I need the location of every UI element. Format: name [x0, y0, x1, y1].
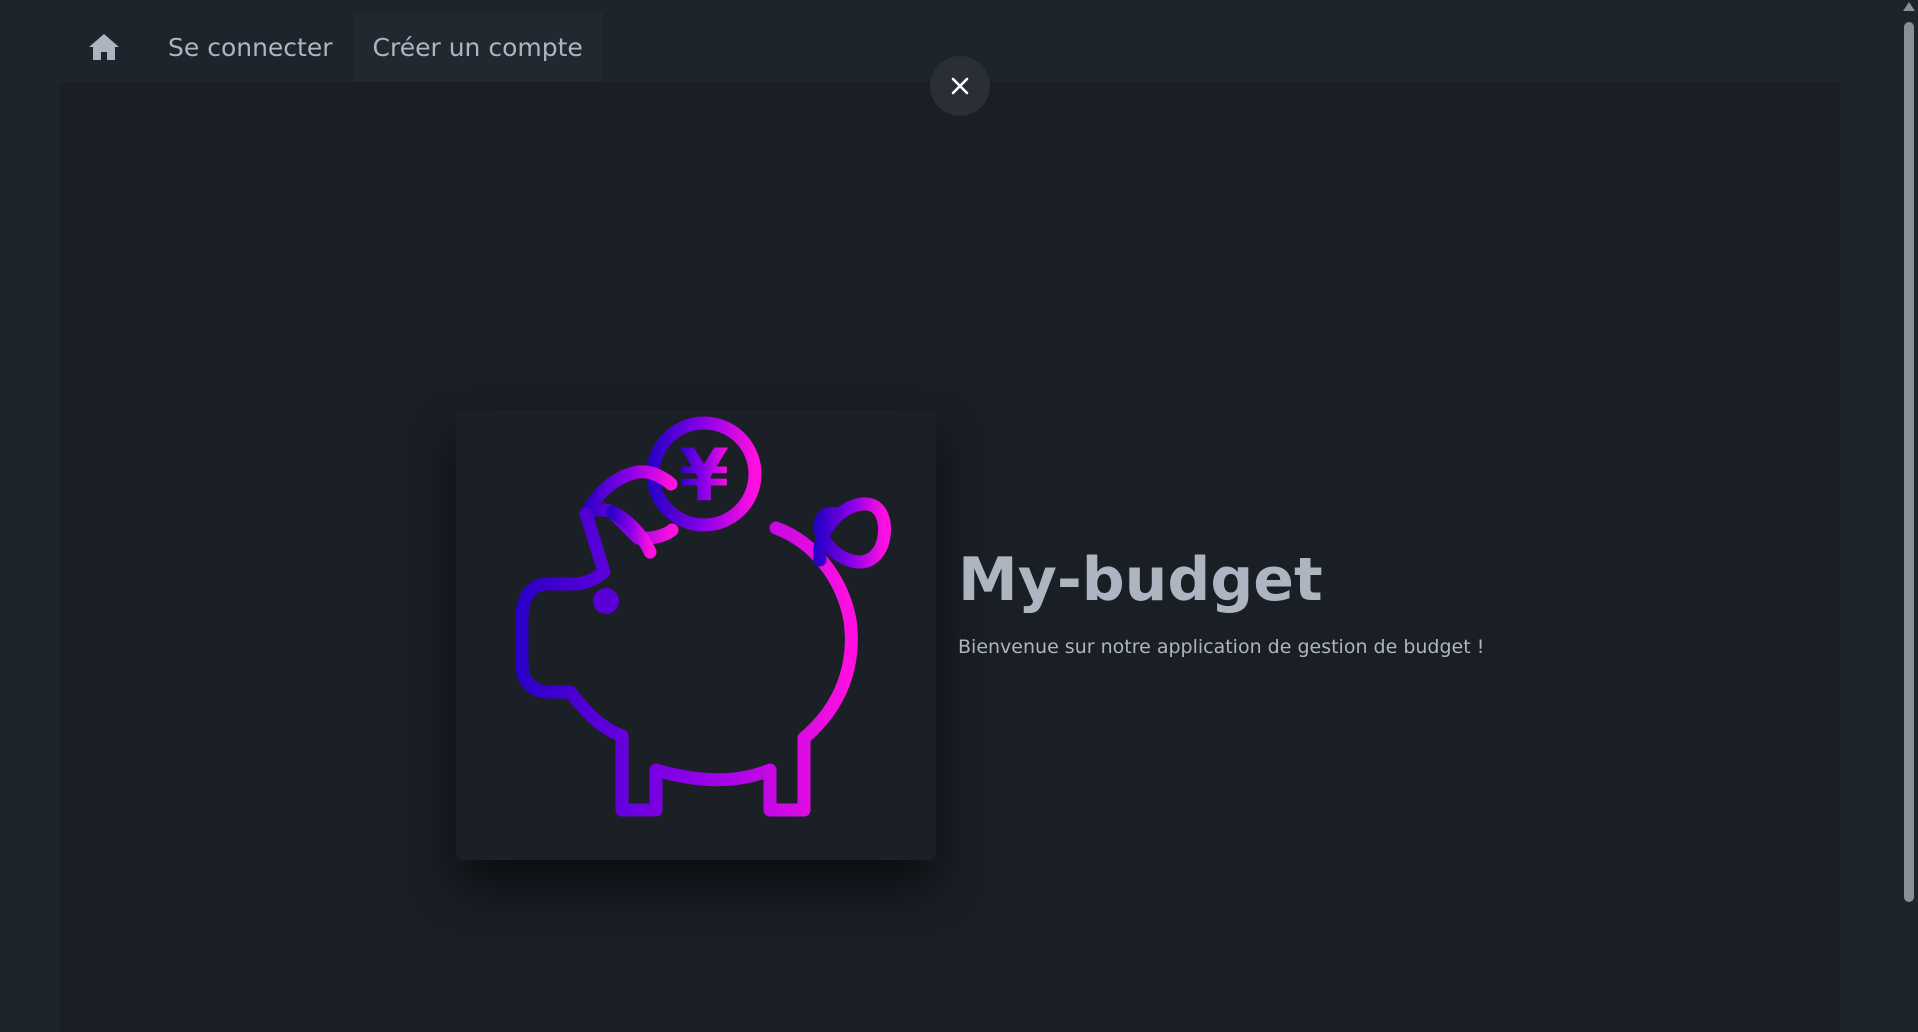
- home-button[interactable]: [60, 12, 148, 82]
- nav-login-link[interactable]: Se connecter: [148, 12, 353, 82]
- scroll-up-arrow-icon[interactable]: [1903, 2, 1915, 11]
- home-icon: [89, 34, 119, 60]
- welcome-text: Bienvenue sur notre application de gesti…: [958, 636, 1485, 658]
- vertical-scrollbar[interactable]: [1900, 0, 1918, 1032]
- main-content: [60, 82, 1840, 1032]
- close-icon: [951, 77, 969, 95]
- close-button[interactable]: [930, 56, 990, 116]
- piggy-bank-yen-icon: ¥: [515, 416, 891, 817]
- top-navbar: Se connecter Créer un compte: [60, 12, 603, 82]
- yen-symbol: ¥: [679, 433, 729, 517]
- scrollbar-thumb[interactable]: [1904, 22, 1914, 902]
- app-title: My-budget: [958, 545, 1323, 615]
- nav-register-link[interactable]: Créer un compte: [352, 12, 603, 82]
